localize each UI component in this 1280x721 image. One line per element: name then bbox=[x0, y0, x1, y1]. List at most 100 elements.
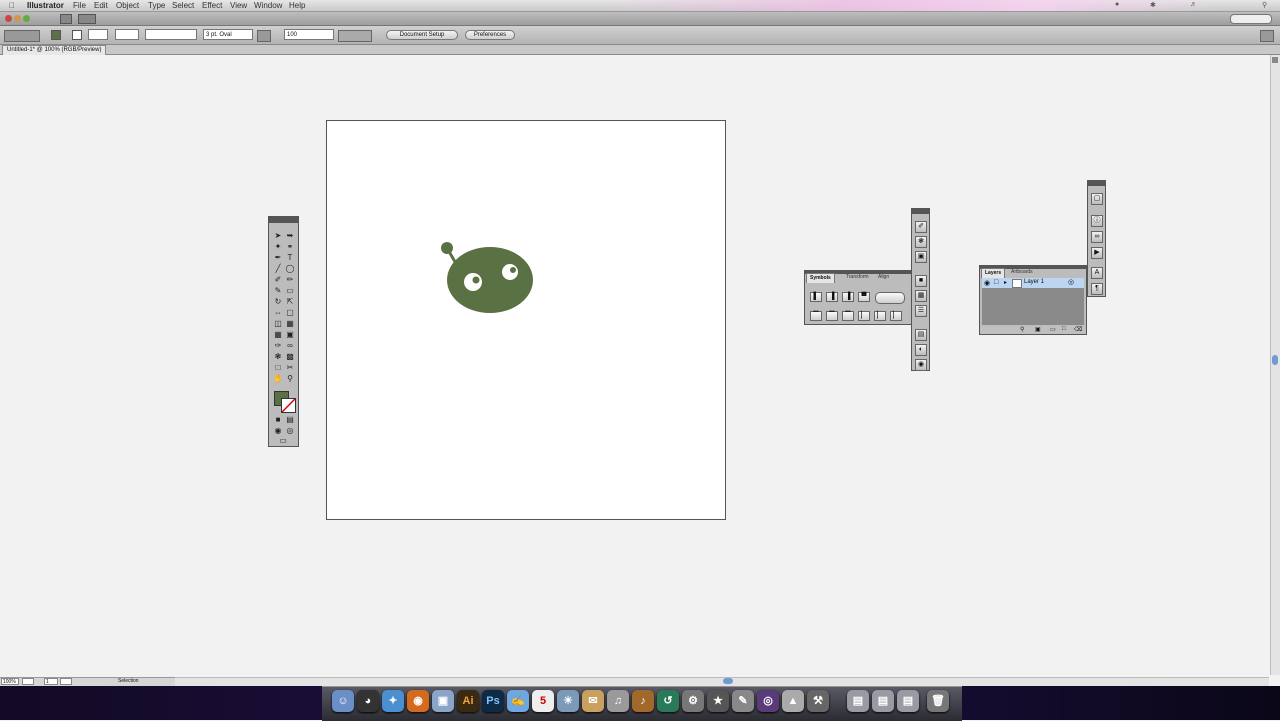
preferences-button[interactable]: Preferences bbox=[465, 30, 515, 40]
preview-icon[interactable]: ▣ bbox=[432, 690, 454, 712]
transparency-panel-icon[interactable]: ◐ bbox=[915, 344, 927, 356]
system-prefs-icon[interactable]: ⚙ bbox=[682, 690, 704, 712]
gradient-panel-icon[interactable]: ▤ bbox=[915, 329, 927, 341]
menu-select[interactable]: Select bbox=[172, 1, 194, 10]
wifi-icon[interactable]: ● bbox=[1115, 1, 1119, 8]
firefox-icon[interactable]: ◉ bbox=[407, 690, 429, 712]
magic-wand-tool-icon[interactable]: ✦ bbox=[273, 242, 283, 252]
folder-icon[interactable]: ▤ bbox=[847, 690, 869, 712]
distribute-bottom-icon[interactable]: ▔ bbox=[842, 311, 854, 321]
draw-behind-icon[interactable]: ◎ bbox=[285, 426, 295, 436]
tab-artboards[interactable]: Artboards bbox=[1008, 268, 1036, 277]
eyedropper-tool-icon[interactable]: ✑ bbox=[273, 341, 283, 351]
dock-strip-grip[interactable] bbox=[912, 209, 929, 214]
shape-builder-tool-icon[interactable]: ◫ bbox=[273, 319, 283, 329]
layer-row[interactable]: ◉ □ ▸ Layer 1 ◎ bbox=[982, 278, 1084, 289]
distribute-right-icon[interactable]: ▏ bbox=[890, 311, 902, 321]
zoom-tool-icon[interactable]: ⚲ bbox=[285, 374, 295, 384]
menu-edit[interactable]: Edit bbox=[94, 1, 108, 10]
folder-icon[interactable]: ▤ bbox=[872, 690, 894, 712]
tools-icon[interactable]: ⚒ bbox=[807, 690, 829, 712]
actions-panel-icon[interactable]: ▶ bbox=[1091, 247, 1103, 259]
delete-layer-icon[interactable]: ⌫ bbox=[1074, 326, 1082, 333]
workspace-search-icon[interactable] bbox=[1230, 14, 1272, 24]
arrange-documents-icon[interactable] bbox=[78, 14, 96, 24]
blob-brush-tool-icon[interactable]: ✎ bbox=[273, 286, 283, 296]
clipping-mask-icon[interactable]: ▣ bbox=[1035, 326, 1041, 333]
itunes-icon[interactable]: ♫ bbox=[607, 690, 629, 712]
brush-definition-field[interactable] bbox=[145, 29, 197, 40]
stroke-weight-field[interactable] bbox=[88, 29, 108, 40]
appearance-panel-icon[interactable]: ◉ bbox=[915, 359, 927, 371]
tab-symbols[interactable]: Symbols bbox=[806, 273, 835, 283]
iphoto-icon[interactable]: ☀ bbox=[557, 690, 579, 712]
zoom-field[interactable]: 100% bbox=[1, 678, 19, 685]
align-top-icon[interactable]: ▀ bbox=[858, 292, 870, 302]
stroke-color-box[interactable] bbox=[281, 398, 296, 413]
ichat-icon[interactable]: ✍ bbox=[507, 690, 529, 712]
pencil-tool-icon[interactable]: ✏ bbox=[285, 275, 295, 285]
new-layer-icon[interactable]: □ bbox=[1062, 326, 1066, 332]
scale-tool-icon[interactable]: ⇱ bbox=[285, 297, 295, 307]
vertical-scrollbar[interactable] bbox=[1270, 55, 1280, 675]
lasso-tool-icon[interactable]: ⚭ bbox=[285, 242, 295, 252]
graph-tool-icon[interactable]: ▩ bbox=[285, 352, 295, 362]
dock-strip-grip[interactable] bbox=[1088, 181, 1105, 186]
new-sublayer-icon[interactable]: ▭ bbox=[1050, 326, 1056, 333]
status-mode[interactable]: Selection bbox=[118, 678, 139, 685]
symbol-sprayer-tool-icon[interactable]: ❃ bbox=[273, 352, 283, 362]
garageband-icon[interactable]: ♪ bbox=[632, 690, 654, 712]
blend-tool-icon[interactable]: ∞ bbox=[285, 341, 295, 351]
tab-transform[interactable]: Transform bbox=[843, 273, 872, 282]
distribute-left-icon[interactable]: ▏ bbox=[858, 311, 870, 321]
swatches-panel-icon[interactable]: ▦ bbox=[915, 290, 927, 302]
time-machine-icon[interactable]: ↺ bbox=[657, 690, 679, 712]
free-transform-tool-icon[interactable]: ▢ bbox=[285, 308, 295, 318]
draw-mode-icon[interactable]: ◉ bbox=[273, 426, 283, 436]
document-tab[interactable]: Untitled-1* @ 100% (RGB/Preview) bbox=[2, 45, 107, 55]
paintbrush-tool-icon[interactable]: ✐ bbox=[273, 275, 283, 285]
app-store-icon[interactable]: ▲ bbox=[782, 690, 804, 712]
gradient-mode-icon[interactable]: ▤ bbox=[285, 415, 295, 425]
control-panel-menu-icon[interactable] bbox=[1260, 30, 1274, 42]
vertical-scroll-thumb[interactable] bbox=[1272, 355, 1278, 365]
bridge-icon[interactable] bbox=[60, 14, 72, 24]
ical-icon[interactable]: 5 bbox=[532, 690, 554, 712]
distribute-center-icon[interactable]: ▔ bbox=[826, 311, 838, 321]
document-setup-button[interactable]: Document Setup bbox=[386, 30, 458, 40]
apple-menu-icon[interactable]:  bbox=[9, 1, 15, 10]
links-panel-icon[interactable]: ∞ bbox=[1091, 231, 1103, 243]
bluetooth-icon[interactable]: ✱ bbox=[1150, 1, 1156, 9]
horizontal-scrollbar[interactable] bbox=[175, 677, 1269, 686]
alien-artwork[interactable] bbox=[327, 121, 725, 519]
fill-swatch[interactable] bbox=[51, 30, 61, 40]
locate-object-icon[interactable]: ⚲ bbox=[1020, 326, 1024, 333]
zoom-window-icon[interactable] bbox=[23, 15, 30, 22]
idvd-icon[interactable]: ◎ bbox=[757, 690, 779, 712]
align-left-icon[interactable]: ▌ bbox=[810, 292, 822, 302]
menu-view[interactable]: View bbox=[230, 1, 247, 10]
menu-file[interactable]: File bbox=[73, 1, 86, 10]
folder-icon[interactable]: ▤ bbox=[897, 690, 919, 712]
spotlight-icon[interactable]: ⚲ bbox=[1262, 1, 1267, 9]
variable-width-field[interactable] bbox=[115, 29, 139, 40]
artboard[interactable] bbox=[326, 120, 726, 520]
first-artboard-icon[interactable] bbox=[22, 678, 34, 685]
opacity-field[interactable]: 100 bbox=[284, 29, 334, 40]
menu-window[interactable]: Window bbox=[254, 1, 282, 10]
finder-icon[interactable]: ☺ bbox=[332, 690, 354, 712]
photoshop-icon[interactable]: Ps bbox=[482, 690, 504, 712]
artboard-tool-icon[interactable]: □ bbox=[273, 363, 283, 373]
menu-object[interactable]: Object bbox=[116, 1, 139, 10]
brushes-panel-icon[interactable]: ✐ bbox=[915, 221, 927, 233]
style-icon[interactable] bbox=[257, 30, 271, 42]
slice-tool-icon[interactable]: ✂ bbox=[285, 363, 295, 373]
color-panel-icon[interactable]: ■ bbox=[915, 275, 927, 287]
visibility-eye-icon[interactable]: ◉ bbox=[984, 279, 990, 287]
hand-tool-icon[interactable]: ✋ bbox=[273, 374, 283, 384]
line-tool-icon[interactable]: ╱ bbox=[273, 264, 283, 274]
menu-help[interactable]: Help bbox=[289, 1, 305, 10]
menu-type[interactable]: Type bbox=[148, 1, 165, 10]
type-tool-icon[interactable]: T bbox=[285, 253, 295, 263]
graphic-styles-panel-icon[interactable]: ▣ bbox=[915, 251, 927, 263]
